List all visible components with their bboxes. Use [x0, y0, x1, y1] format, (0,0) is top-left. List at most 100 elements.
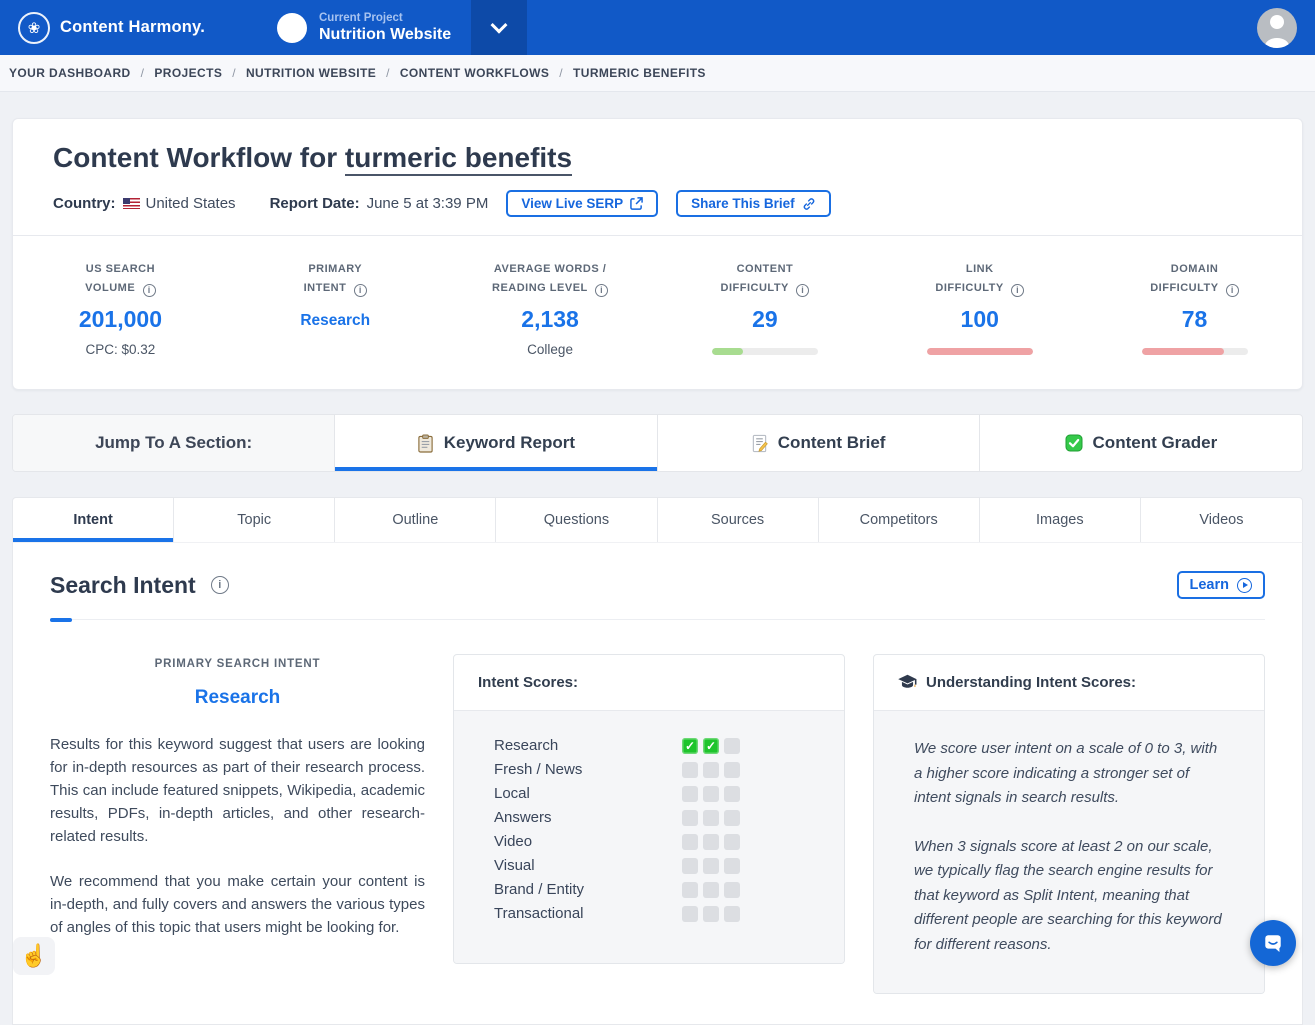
stat-value: 78	[1087, 306, 1302, 333]
score-empty-icon	[703, 906, 719, 922]
external-link-icon	[630, 197, 643, 210]
intent-score-row-answers: Answers	[494, 809, 740, 826]
info-icon[interactable]: i	[1011, 284, 1024, 297]
understanding-panel: Understanding Intent Scores: We score us…	[873, 654, 1265, 994]
primary-intent-column: PRIMARY SEARCH INTENT Research Results f…	[50, 654, 425, 961]
score-empty-icon	[682, 786, 698, 802]
tab-sources[interactable]: Sources	[658, 498, 819, 542]
brand-block[interactable]: ❀ Content Harmony.	[0, 12, 205, 44]
brand-name: Content Harmony.	[60, 18, 205, 37]
tab-topic[interactable]: Topic	[174, 498, 335, 542]
info-icon[interactable]: i	[211, 576, 229, 594]
user-avatar[interactable]	[1257, 8, 1297, 48]
intent-score-label: Research	[494, 737, 558, 754]
understanding-head: Understanding Intent Scores:	[874, 655, 1264, 711]
link-icon	[802, 197, 816, 211]
stat-label: AVERAGE WORDS /READING LEVEL i	[443, 260, 658, 297]
tab-questions[interactable]: Questions	[496, 498, 657, 542]
green-check-icon	[1065, 434, 1083, 452]
intent-score-row-research: Research✓✓	[494, 737, 740, 754]
intent-score-label: Video	[494, 833, 532, 850]
stat-domain-difficulty: DOMAINDIFFICULTY i78	[1087, 260, 1302, 357]
stat-label: CONTENTDIFFICULTY i	[657, 260, 872, 297]
project-avatar	[277, 13, 307, 43]
project-selector[interactable]: Current Project Nutrition Website	[277, 12, 451, 44]
section-head: Search Intenti Learn	[50, 543, 1265, 599]
stat-value: Research	[228, 306, 443, 330]
breadcrumb-separator: /	[386, 66, 390, 80]
breadcrumb-separator: /	[232, 66, 236, 80]
stat-value: 100	[872, 306, 1087, 333]
chat-launcher-button[interactable]	[1250, 920, 1296, 966]
share-brief-button[interactable]: Share This Brief	[676, 190, 831, 217]
intent-score-label: Transactional	[494, 905, 584, 922]
point-up-icon[interactable]: ☝	[13, 937, 55, 975]
score-empty-icon	[703, 810, 719, 826]
score-empty-icon	[724, 810, 740, 826]
score-empty-icon	[682, 810, 698, 826]
score-squares	[682, 762, 740, 778]
score-squares	[682, 882, 740, 898]
report-date-label: Report Date:	[270, 195, 360, 212]
jump-item-content-grader[interactable]: Content Grader	[980, 415, 1302, 471]
page-title: Content Workflow for turmeric benefits	[53, 141, 1262, 175]
breadcrumb-item-your-dashboard[interactable]: YOUR DASHBOARD	[9, 66, 131, 80]
primary-intent-label: PRIMARY SEARCH INTENT	[50, 654, 425, 670]
top-navbar: ❀ Content Harmony. Current Project Nutri…	[0, 0, 1315, 55]
tab-videos[interactable]: Videos	[1141, 498, 1302, 542]
breadcrumb-item-projects[interactable]: PROJECTS	[154, 66, 222, 80]
learn-button[interactable]: Learn	[1177, 571, 1266, 599]
content-harmony-logo-icon: ❀	[18, 12, 50, 44]
info-icon[interactable]: i	[354, 284, 367, 297]
chat-bubble-icon	[1261, 931, 1285, 955]
understanding-paragraph: When 3 signals score at least 2 on our s…	[914, 835, 1228, 958]
stat-content-difficulty: CONTENTDIFFICULTY i29	[657, 260, 872, 357]
intent-score-row-video: Video	[494, 833, 740, 850]
score-empty-icon	[703, 882, 719, 898]
info-icon[interactable]: i	[143, 284, 156, 297]
intent-score-label: Visual	[494, 857, 535, 874]
score-empty-icon	[724, 882, 740, 898]
breadcrumb-item-content-workflows[interactable]: CONTENT WORKFLOWS	[400, 66, 549, 80]
score-empty-icon	[724, 858, 740, 874]
jump-item-label: Keyword Report	[444, 433, 575, 453]
jump-bar: Jump To A Section: Keyword ReportContent…	[12, 414, 1303, 472]
tab-competitors[interactable]: Competitors	[819, 498, 980, 542]
score-check-icon: ✓	[703, 738, 719, 754]
intent-score-row-visual: Visual	[494, 857, 740, 874]
tab-intent[interactable]: Intent	[13, 498, 174, 542]
difficulty-bar	[712, 348, 818, 355]
section-title: Search Intenti	[50, 572, 229, 599]
info-icon[interactable]: i	[1226, 284, 1239, 297]
tab-outline[interactable]: Outline	[335, 498, 496, 542]
tab-images[interactable]: Images	[980, 498, 1141, 542]
info-icon[interactable]: i	[796, 284, 809, 297]
primary-intent-value: Research	[50, 687, 425, 709]
keyword-highlight: turmeric benefits	[345, 142, 572, 176]
score-squares	[682, 858, 740, 874]
stat-label: LINKDIFFICULTY i	[872, 260, 1087, 297]
jump-item-keyword-report[interactable]: Keyword Report	[335, 415, 657, 471]
intent-paragraph: Results for this keyword suggest that us…	[50, 733, 425, 848]
score-empty-icon	[682, 762, 698, 778]
jump-item-content-brief[interactable]: Content Brief	[658, 415, 980, 471]
stat-label: PRIMARYINTENT i	[228, 260, 443, 297]
score-empty-icon	[682, 834, 698, 850]
score-empty-icon	[703, 858, 719, 874]
intent-scores-title: Intent Scores:	[454, 655, 844, 711]
info-icon[interactable]: i	[595, 284, 608, 297]
difficulty-bar-fill	[712, 348, 743, 355]
score-empty-icon	[724, 906, 740, 922]
meta-row: Country: United States Report Date: June…	[53, 190, 1262, 217]
breadcrumb-item-turmeric-benefits[interactable]: TURMERIC BENEFITS	[573, 66, 706, 80]
score-empty-icon	[724, 762, 740, 778]
project-dropdown-toggle[interactable]	[471, 0, 527, 55]
difficulty-bar	[927, 348, 1033, 355]
view-live-serp-button[interactable]: View Live SERP	[506, 190, 658, 217]
breadcrumb-separator: /	[559, 66, 563, 80]
intent-paragraph: We recommend that you make certain your …	[50, 870, 425, 939]
score-empty-icon	[724, 786, 740, 802]
section-divider	[50, 619, 1265, 620]
breadcrumb-item-nutrition-website[interactable]: NUTRITION WEBSITE	[246, 66, 376, 80]
understanding-paragraphs: We score user intent on a scale of 0 to …	[874, 711, 1264, 993]
